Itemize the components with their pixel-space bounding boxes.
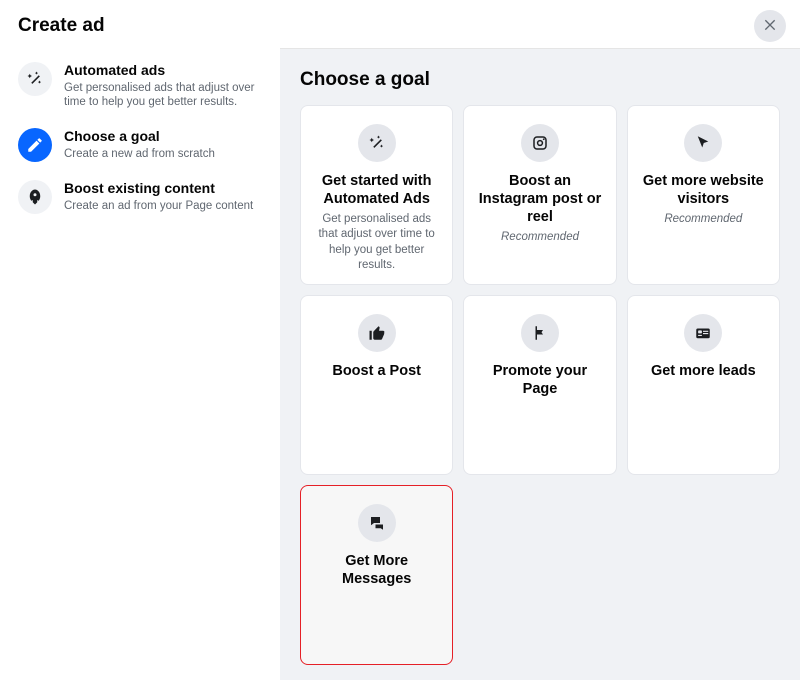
main-heading: Choose a goal: [300, 69, 780, 91]
goal-card-sub: Recommended: [497, 230, 583, 246]
sidebar-item-automated-ads[interactable]: Automated ads Get personalised ads that …: [10, 54, 270, 118]
create-ad-modal: Create ad Automated ads Get personalised…: [0, 0, 800, 680]
wand-icon: [358, 124, 396, 162]
main-panel: Choose a goal Get started with Automated…: [280, 48, 800, 680]
sidebar-item-boost-existing[interactable]: Boost existing content Create an ad from…: [10, 172, 270, 222]
sidebar-item-sub: Create an ad from your Page content: [64, 199, 253, 214]
sidebar-item-sub: Get personalised ads that adjust over ti…: [64, 81, 262, 111]
goal-card-title: Boost an Instagram post or reel: [474, 172, 605, 226]
goal-card-get-messages[interactable]: Get More Messages: [300, 485, 453, 665]
wand-icon: [18, 62, 52, 96]
instagram-icon: [521, 124, 559, 162]
goal-card-boost-post[interactable]: Boost a Post: [300, 295, 453, 475]
cursor-icon: [684, 124, 722, 162]
modal-title: Create ad: [18, 15, 105, 37]
goal-card-website-visitors[interactable]: Get more website visitors Recommended: [627, 105, 780, 285]
goal-card-title: Get More Messages: [311, 552, 442, 588]
modal-body: Automated ads Get personalised ads that …: [0, 48, 800, 680]
sidebar: Automated ads Get personalised ads that …: [0, 48, 280, 680]
thumbs-up-icon: [358, 314, 396, 352]
sidebar-item-choose-goal[interactable]: Choose a goal Create a new ad from scrat…: [10, 120, 270, 170]
close-button[interactable]: [754, 10, 786, 42]
goal-card-title: Promote your Page: [474, 362, 605, 398]
goal-card-promote-page[interactable]: Promote your Page: [463, 295, 616, 475]
edit-icon: [18, 128, 52, 162]
goal-card-automated-ads[interactable]: Get started with Automated Ads Get perso…: [300, 105, 453, 285]
goal-card-title: Get more website visitors: [638, 172, 769, 208]
chat-icon: [358, 504, 396, 542]
goal-card-sub: Get personalised ads that adjust over ti…: [311, 212, 442, 274]
goal-card-title: Get started with Automated Ads: [311, 172, 442, 208]
goal-card-boost-instagram[interactable]: Boost an Instagram post or reel Recommen…: [463, 105, 616, 285]
goal-card-title: Get more leads: [651, 362, 756, 380]
sidebar-item-sub: Create a new ad from scratch: [64, 147, 215, 162]
modal-header: Create ad: [0, 0, 800, 48]
goal-cards-grid: Get started with Automated Ads Get perso…: [300, 105, 780, 665]
close-icon: [762, 16, 778, 37]
flag-icon: [521, 314, 559, 352]
goal-card-get-leads[interactable]: Get more leads: [627, 295, 780, 475]
sidebar-item-title: Boost existing content: [64, 180, 253, 198]
rocket-icon: [18, 180, 52, 214]
sidebar-item-title: Automated ads: [64, 62, 262, 80]
goal-card-sub: Recommended: [660, 212, 746, 228]
sidebar-item-title: Choose a goal: [64, 128, 215, 146]
goal-card-title: Boost a Post: [332, 362, 421, 380]
id-card-icon: [684, 314, 722, 352]
